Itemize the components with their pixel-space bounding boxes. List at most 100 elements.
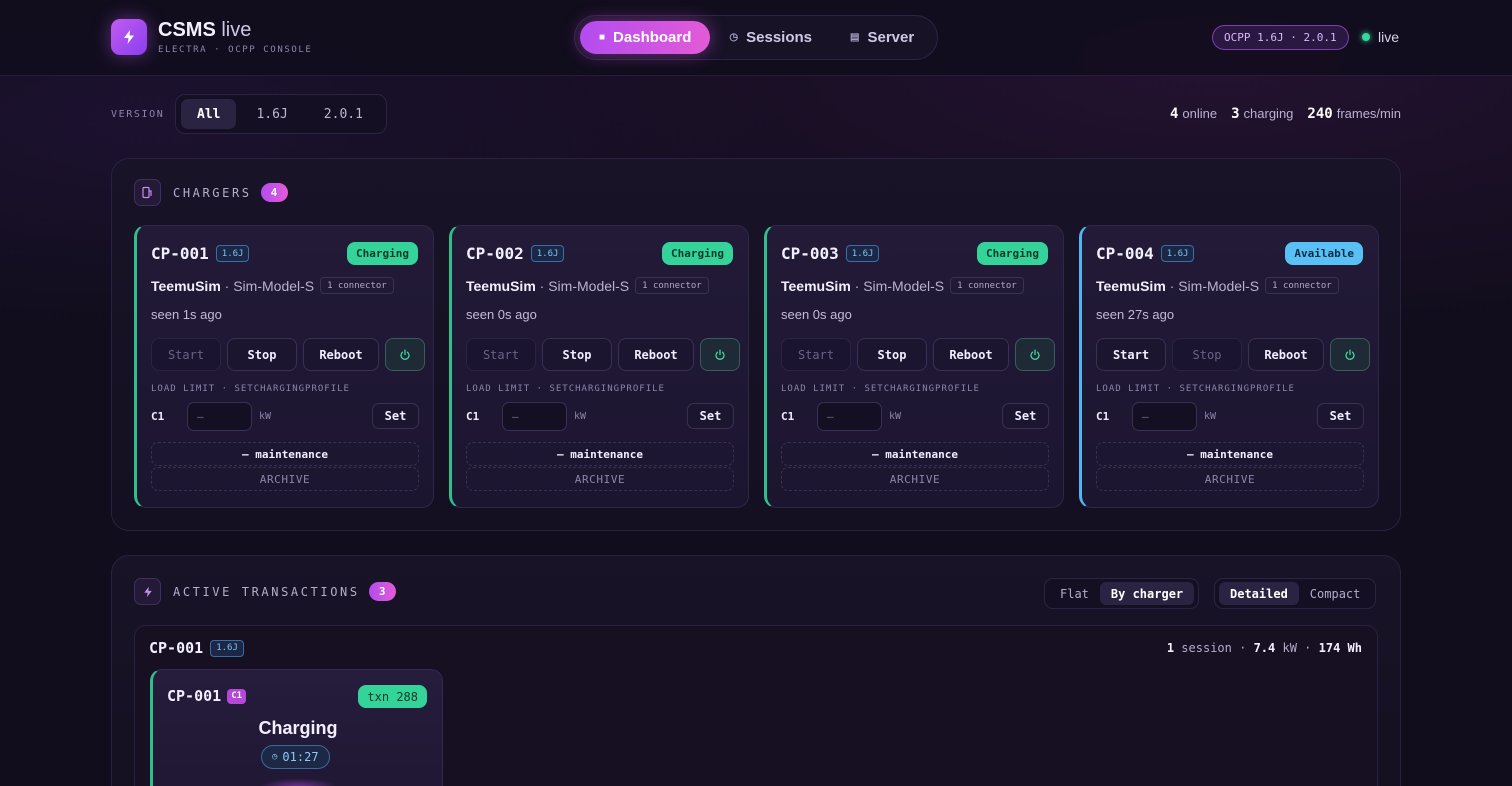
stop-button[interactable]: Stop xyxy=(542,338,612,371)
chargers-panel: CHARGERS 4 CP-001 1.6J Charging TeemuSim… xyxy=(111,158,1401,531)
kw-unit: kW xyxy=(574,410,587,422)
nav-server-label: Server xyxy=(867,29,915,46)
chargers-panel-header: CHARGERS 4 xyxy=(134,179,288,206)
stat-charging: 3 charging xyxy=(1231,106,1294,122)
set-limit-button[interactable]: Set xyxy=(372,403,419,429)
lightning-bolt-icon xyxy=(111,19,147,55)
last-seen: seen 0s ago xyxy=(781,307,852,322)
tx-group-charger-id: CP-001 xyxy=(149,639,204,657)
connector-count-chip: 1 connector xyxy=(1265,277,1339,294)
charger-version-chip: 1.6J xyxy=(530,245,565,262)
charger-actions: Start Stop Reboot xyxy=(466,338,740,371)
load-limit-label: LOAD LIMIT · SETCHARGINGPROFILE xyxy=(466,384,665,394)
stop-button[interactable]: Stop xyxy=(227,338,297,371)
chargers-title: CHARGERS xyxy=(173,185,252,200)
start-button[interactable]: Start xyxy=(1096,338,1166,371)
last-seen: seen 1s ago xyxy=(151,307,222,322)
power-button[interactable] xyxy=(1330,338,1370,371)
grouping-by-charger[interactable]: By charger xyxy=(1099,582,1195,605)
charger-card[interactable]: CP-001 1.6J Charging TeemuSim · Sim-Mode… xyxy=(134,225,434,508)
tx-card[interactable]: CP-001 C1 txn 288 Charging ◷ 01:27 xyxy=(150,669,443,786)
connector-label: C1 xyxy=(781,409,795,423)
charger-model: TeemuSim · Sim-Model-S 1 connector xyxy=(466,277,709,294)
charger-id: CP-003 xyxy=(781,244,839,263)
charger-model: TeemuSim · Sim-Model-S 1 connector xyxy=(1096,277,1339,294)
kw-unit: kW xyxy=(259,410,272,422)
kw-limit-input[interactable] xyxy=(187,401,252,431)
start-button[interactable]: Start xyxy=(781,338,851,371)
nav-sessions[interactable]: ◷ Sessions xyxy=(710,21,831,54)
maintenance-button[interactable]: – maintenance xyxy=(781,442,1049,466)
tx-card-charger-id: CP-001 xyxy=(167,687,222,705)
app-subtitle: ELECTRA · OCPP CONSOLE xyxy=(158,45,313,55)
charger-id-row: CP-001 1.6J xyxy=(151,244,250,263)
kw-limit-input[interactable] xyxy=(817,401,882,431)
tx-timer-value: 01:27 xyxy=(282,750,319,764)
set-limit-button[interactable]: Set xyxy=(687,403,734,429)
set-limit-button[interactable]: Set xyxy=(1317,403,1364,429)
tx-state: Charging xyxy=(258,718,338,738)
reboot-button[interactable]: Reboot xyxy=(618,338,694,371)
archive-button[interactable]: ARCHIVE xyxy=(466,467,734,491)
grouping-toggle: Flat By charger xyxy=(1044,578,1200,609)
load-limit-row: C1 kW Set xyxy=(781,401,1049,431)
version-filter-label: VERSION xyxy=(111,109,165,120)
maintenance-button[interactable]: – maintenance xyxy=(151,442,419,466)
brand[interactable]: CSMS live ELECTRA · OCPP CONSOLE xyxy=(111,19,312,55)
charger-card[interactable]: CP-002 1.6J Charging TeemuSim · Sim-Mode… xyxy=(449,225,749,508)
tx-group-header: CP-001 1.6J xyxy=(149,639,244,657)
power-button[interactable] xyxy=(385,338,425,371)
start-button[interactable]: Start xyxy=(151,338,221,371)
power-button[interactable] xyxy=(700,338,740,371)
charger-card[interactable]: CP-004 1.6J Available TeemuSim · Sim-Mod… xyxy=(1079,225,1379,508)
protocol-badge: OCPP 1.6J · 2.0.1 xyxy=(1212,25,1349,50)
load-limit-row: C1 kW Set xyxy=(466,401,734,431)
app-title-suffix: live xyxy=(221,19,252,41)
live-label: live xyxy=(1378,29,1400,45)
reboot-button[interactable]: Reboot xyxy=(933,338,1009,371)
version-option-16j[interactable]: 1.6J xyxy=(240,99,303,129)
set-limit-button[interactable]: Set xyxy=(1002,403,1049,429)
stop-button[interactable]: Stop xyxy=(1172,338,1242,371)
kw-limit-input[interactable] xyxy=(502,401,567,431)
reboot-button[interactable]: Reboot xyxy=(1248,338,1324,371)
tx-group-summary: 1 session · 7.4 kW · 174 Wh xyxy=(1166,641,1362,655)
reboot-button[interactable]: Reboot xyxy=(303,338,379,371)
charger-model: TeemuSim · Sim-Model-S 1 connector xyxy=(151,277,394,294)
version-option-all[interactable]: All xyxy=(181,99,237,129)
kw-unit: kW xyxy=(889,410,902,422)
stop-button[interactable]: Stop xyxy=(857,338,927,371)
connector-count-chip: 1 connector xyxy=(635,277,709,294)
lightning-bolt-icon xyxy=(134,578,161,605)
connector-label: C1 xyxy=(466,409,480,423)
charger-card[interactable]: CP-003 1.6J Charging TeemuSim · Sim-Mode… xyxy=(764,225,1064,508)
maintenance-button[interactable]: – maintenance xyxy=(1096,442,1364,466)
power-button[interactable] xyxy=(1015,338,1055,371)
archive-button[interactable]: ARCHIVE xyxy=(1096,467,1364,491)
charger-actions: Start Stop Reboot xyxy=(151,338,425,371)
tx-group-cp001: CP-001 1.6J 1 session · 7.4 kW · 174 Wh … xyxy=(134,625,1378,786)
start-button[interactable]: Start xyxy=(466,338,536,371)
density-toggle: Detailed Compact xyxy=(1214,578,1377,609)
charging-glow xyxy=(258,778,338,786)
charger-id-row: CP-004 1.6J xyxy=(1096,244,1195,263)
transactions-count: 3 xyxy=(368,582,396,601)
nav-server[interactable]: ▤ Server xyxy=(831,21,933,54)
connector-label: C1 xyxy=(1096,409,1110,423)
archive-button[interactable]: ARCHIVE xyxy=(781,467,1049,491)
charger-id-row: CP-003 1.6J xyxy=(781,244,880,263)
status-badge: Charging xyxy=(977,242,1048,265)
version-option-201[interactable]: 2.0.1 xyxy=(308,99,379,129)
archive-button[interactable]: ARCHIVE xyxy=(151,467,419,491)
server-icon: ▤ xyxy=(850,32,860,43)
stat-online: 4 online xyxy=(1169,106,1218,122)
charger-id: CP-001 xyxy=(151,244,209,263)
grouping-flat[interactable]: Flat xyxy=(1049,582,1100,605)
density-compact[interactable]: Compact xyxy=(1299,582,1372,605)
nav-dashboard[interactable]: ■ Dashboard xyxy=(580,21,711,54)
kw-limit-input[interactable] xyxy=(1132,401,1197,431)
density-detailed[interactable]: Detailed xyxy=(1219,582,1299,605)
power-icon xyxy=(1345,349,1355,360)
load-limit-label: LOAD LIMIT · SETCHARGINGPROFILE xyxy=(1096,384,1295,394)
maintenance-button[interactable]: – maintenance xyxy=(466,442,734,466)
